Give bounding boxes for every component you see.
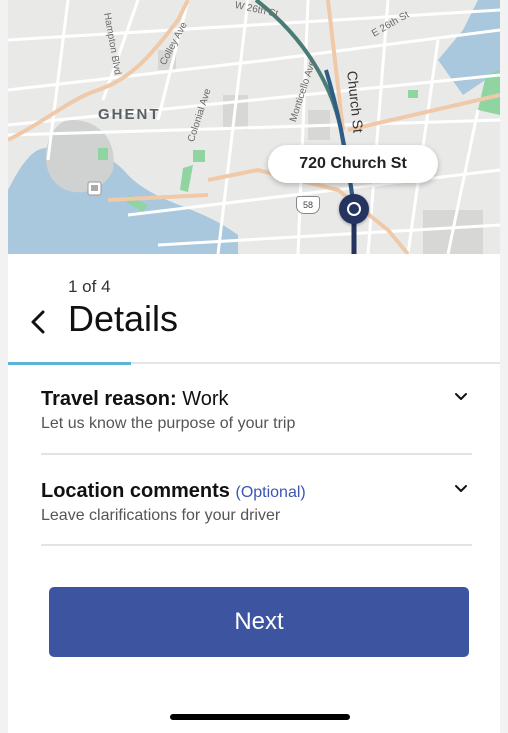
progress-fill xyxy=(8,362,131,365)
neighborhood-label: GHENT xyxy=(98,106,161,123)
divider xyxy=(41,453,472,455)
pin-center xyxy=(349,204,359,214)
back-button[interactable] xyxy=(26,304,56,340)
step-counter: 1 of 4 xyxy=(68,277,111,296)
optional-tag: (Optional) xyxy=(235,484,306,501)
divider xyxy=(41,544,472,546)
field-helper: Leave clarifications for your driver xyxy=(41,507,281,524)
progress-bar xyxy=(8,362,500,365)
chevron-left-icon xyxy=(31,310,45,334)
field-helper: Let us know the purpose of your trip xyxy=(41,415,296,432)
location-comments-field[interactable]: Location comments (Optional) Leave clari… xyxy=(41,480,472,525)
destination-label[interactable]: 720 Church St xyxy=(268,145,438,183)
chevron-down-icon[interactable] xyxy=(454,390,468,404)
route-shield: 58 xyxy=(296,196,320,214)
field-label: Location comments xyxy=(41,480,230,502)
chevron-down-icon[interactable] xyxy=(454,482,468,496)
map-canvas xyxy=(8,0,500,254)
screen-edge-left xyxy=(0,0,8,733)
next-button[interactable]: Next xyxy=(49,587,469,657)
travel-reason-field[interactable]: Travel reason: Work Let us know the purp… xyxy=(41,388,472,433)
home-indicator[interactable] xyxy=(170,714,350,720)
field-value: Work xyxy=(182,388,229,410)
page-title: Details xyxy=(68,298,179,339)
route-map[interactable]: GHENT Hampton Blvd Colley Ave Colonial A… xyxy=(8,0,500,254)
screen-edge-right xyxy=(500,0,508,733)
field-label: Travel reason: xyxy=(41,388,177,410)
